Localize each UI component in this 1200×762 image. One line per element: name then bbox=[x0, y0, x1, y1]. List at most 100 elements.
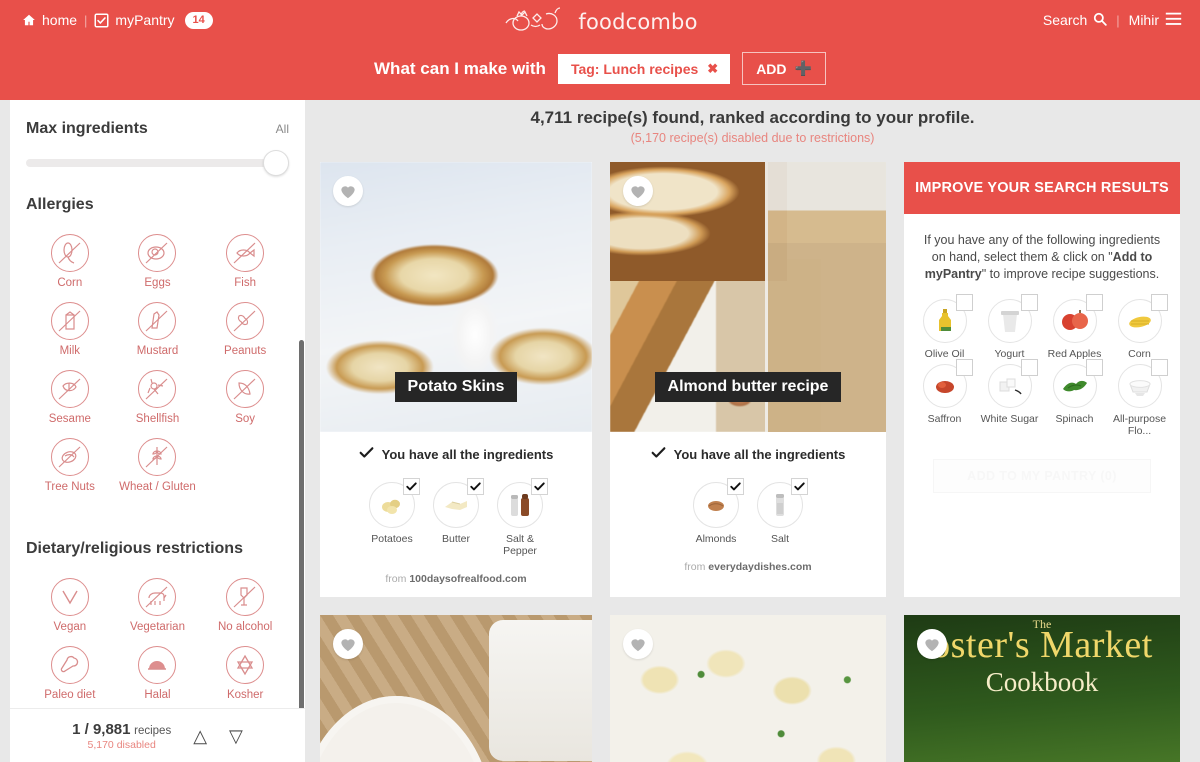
ingredient-checkbox-unchecked[interactable] bbox=[1020, 294, 1038, 311]
recipe-card[interactable]: Potato Skins You have all the ingredient… bbox=[320, 162, 592, 597]
ingredient-item[interactable]: Butter bbox=[427, 478, 485, 557]
recipe-card[interactable]: Almond butter recipe You have all the in… bbox=[610, 162, 886, 597]
ingredient-checkbox-unchecked[interactable] bbox=[1020, 359, 1038, 376]
max-ingredients-slider[interactable] bbox=[26, 150, 289, 176]
recipe-card[interactable] bbox=[610, 615, 886, 762]
restriction-filter-kosher[interactable]: Kosher bbox=[201, 634, 289, 702]
ingredient-thumb-salt-pepper[interactable] bbox=[497, 478, 548, 528]
query-tag-chip[interactable]: Tag: Lunch recipes ✖ bbox=[557, 53, 731, 84]
suggested-ingredient-white-sugar[interactable]: White Sugar bbox=[977, 359, 1042, 437]
restriction-filter-no-alcohol[interactable]: No alcohol bbox=[201, 566, 289, 634]
chevron-up-icon[interactable]: △ bbox=[193, 727, 207, 745]
allergy-filter-corn[interactable]: Corn bbox=[26, 222, 114, 290]
ingredient-checkbox-checked[interactable] bbox=[467, 478, 484, 495]
ingredient-item[interactable]: Salt bbox=[751, 478, 809, 545]
ingredient-checkbox-checked[interactable] bbox=[531, 478, 548, 495]
allergy-label: Sesame bbox=[48, 413, 91, 425]
query-tag-label: Tag: Lunch recipes bbox=[570, 60, 699, 77]
search-button[interactable]: Search bbox=[1043, 12, 1107, 29]
close-x-icon[interactable]: ✖ bbox=[707, 61, 718, 77]
recipe-source[interactable]: from everydaydishes.com bbox=[620, 561, 876, 573]
nav-home-link[interactable]: home bbox=[22, 12, 77, 28]
slider-knob[interactable] bbox=[263, 150, 289, 176]
chevron-down-icon[interactable]: ▽ bbox=[229, 727, 243, 745]
suggested-ingredient-saffron[interactable]: Saffron bbox=[912, 359, 977, 437]
allergy-filter-mustard[interactable]: Mustard bbox=[114, 290, 202, 358]
sidebar-scrollbar[interactable] bbox=[299, 340, 304, 745]
allergy-filter-shellfish[interactable]: Shellfish bbox=[114, 358, 202, 426]
suggested-ingredient-red-apples[interactable]: Red Apples bbox=[1042, 294, 1107, 360]
ingredient-checkbox-checked[interactable] bbox=[727, 478, 744, 495]
allergy-filter-peanuts[interactable]: Peanuts bbox=[201, 290, 289, 358]
restriction-filter-vegan[interactable]: Vegan bbox=[26, 566, 114, 634]
suggested-ingredient-olive-oil[interactable]: Olive Oil bbox=[912, 294, 977, 360]
restriction-filter-paleo[interactable]: Paleo diet bbox=[26, 634, 114, 702]
ingredient-checkbox-unchecked[interactable] bbox=[1150, 359, 1168, 376]
allergy-filter-milk[interactable]: Milk bbox=[26, 290, 114, 358]
ingredient-item[interactable]: Salt & Pepper bbox=[491, 478, 549, 557]
favorite-button[interactable] bbox=[623, 629, 653, 659]
suggested-ingredient-label: Spinach bbox=[1055, 413, 1094, 425]
ingredient-checkbox-unchecked[interactable] bbox=[955, 359, 973, 376]
favorite-button[interactable] bbox=[917, 629, 947, 659]
add-to-my-pantry-button[interactable]: ADD TO MY PANTRY (0) bbox=[933, 459, 1151, 493]
favorite-button[interactable] bbox=[623, 176, 653, 206]
suggested-ingredient-yogurt[interactable]: Yogurt bbox=[977, 294, 1042, 360]
allergy-filter-sesame[interactable]: Sesame bbox=[26, 358, 114, 426]
suggested-ingredient-label: Corn bbox=[1128, 348, 1151, 360]
ingredient-item[interactable]: Almonds bbox=[687, 478, 745, 545]
book-cover-line3: Cookbook bbox=[985, 667, 1099, 697]
paleo-icon bbox=[50, 646, 89, 684]
restriction-filter-halal[interactable]: Halal bbox=[114, 634, 202, 702]
allergy-filter-wheat-gluten[interactable]: Wheat / Gluten bbox=[114, 426, 202, 494]
ingredient-thumb-salt[interactable] bbox=[757, 478, 808, 528]
favorite-button[interactable] bbox=[333, 629, 363, 659]
allergy-filter-fish[interactable]: Fish bbox=[201, 222, 289, 290]
ingredient-checkbox-unchecked[interactable] bbox=[1085, 294, 1103, 311]
add-ingredient-button[interactable]: ADD ➕ bbox=[742, 52, 826, 85]
ingredient-thumb-potatoes[interactable] bbox=[369, 478, 420, 528]
favorite-button[interactable] bbox=[333, 176, 363, 206]
flour-icon[interactable] bbox=[1117, 359, 1168, 408]
heart-icon bbox=[340, 637, 356, 652]
ingredient-checkbox-unchecked[interactable] bbox=[1085, 359, 1103, 376]
user-menu-button[interactable]: Mihir bbox=[1129, 12, 1182, 29]
suggested-ingredient-corn[interactable]: Corn bbox=[1107, 294, 1172, 360]
nav-separator: | bbox=[84, 12, 88, 28]
ingredient-item[interactable]: Potatoes bbox=[363, 478, 421, 557]
ingredient-thumb-butter[interactable] bbox=[433, 478, 484, 528]
ingredient-checkbox-checked[interactable] bbox=[791, 478, 808, 495]
recipe-title-bar: Potato Skins bbox=[320, 372, 592, 402]
white-sugar-icon[interactable] bbox=[987, 359, 1038, 408]
spinach-icon[interactable] bbox=[1052, 359, 1103, 408]
ingredient-thumb-almonds[interactable] bbox=[693, 478, 744, 528]
suggested-ingredient-spinach[interactable]: Spinach bbox=[1042, 359, 1107, 437]
red-apples-icon[interactable] bbox=[1052, 294, 1103, 343]
user-name-label: Mihir bbox=[1128, 12, 1159, 28]
allergy-filter-tree-nuts[interactable]: Tree Nuts bbox=[26, 426, 114, 494]
logo-text: foodcombo bbox=[578, 9, 698, 34]
saffron-icon[interactable] bbox=[922, 359, 973, 408]
allergy-label: Wheat / Gluten bbox=[119, 481, 196, 493]
restriction-label: Kosher bbox=[226, 689, 264, 701]
ingredient-checkbox-unchecked[interactable] bbox=[1150, 294, 1168, 311]
ingredient-checkbox-unchecked[interactable] bbox=[955, 294, 973, 311]
allergy-filter-soy[interactable]: Soy bbox=[201, 358, 289, 426]
ingredient-checkbox-checked[interactable] bbox=[403, 478, 420, 495]
no-alcohol-icon bbox=[226, 578, 265, 616]
allergies-grid: Corn Eggs Fish Milk Mustard Peanuts Sesa… bbox=[26, 222, 289, 494]
recipe-source[interactable]: from 100daysofrealfood.com bbox=[330, 573, 582, 585]
recipe-card[interactable]: The oster's Market Cookbook bbox=[904, 615, 1180, 762]
olive-oil-icon[interactable] bbox=[922, 294, 973, 343]
corn-icon[interactable] bbox=[1117, 294, 1168, 343]
restriction-filter-vegetarian[interactable]: Vegetarian bbox=[114, 566, 202, 634]
recipe-image-jar-detail bbox=[488, 620, 592, 761]
yogurt-icon[interactable] bbox=[987, 294, 1038, 343]
results-header: 4,711 recipe(s) found, ranked according … bbox=[305, 100, 1200, 145]
nav-mypantry-link[interactable]: myPantry 14 bbox=[94, 11, 213, 29]
recipe-status: You have all the ingredients bbox=[330, 446, 582, 462]
recipe-card[interactable] bbox=[320, 615, 592, 762]
suggested-ingredient-all-purpose-flour[interactable]: All-purpose Flo... bbox=[1107, 359, 1172, 437]
pagination-count-line: 1 / 9,881 recipes bbox=[72, 721, 171, 738]
allergy-filter-eggs[interactable]: Eggs bbox=[114, 222, 202, 290]
